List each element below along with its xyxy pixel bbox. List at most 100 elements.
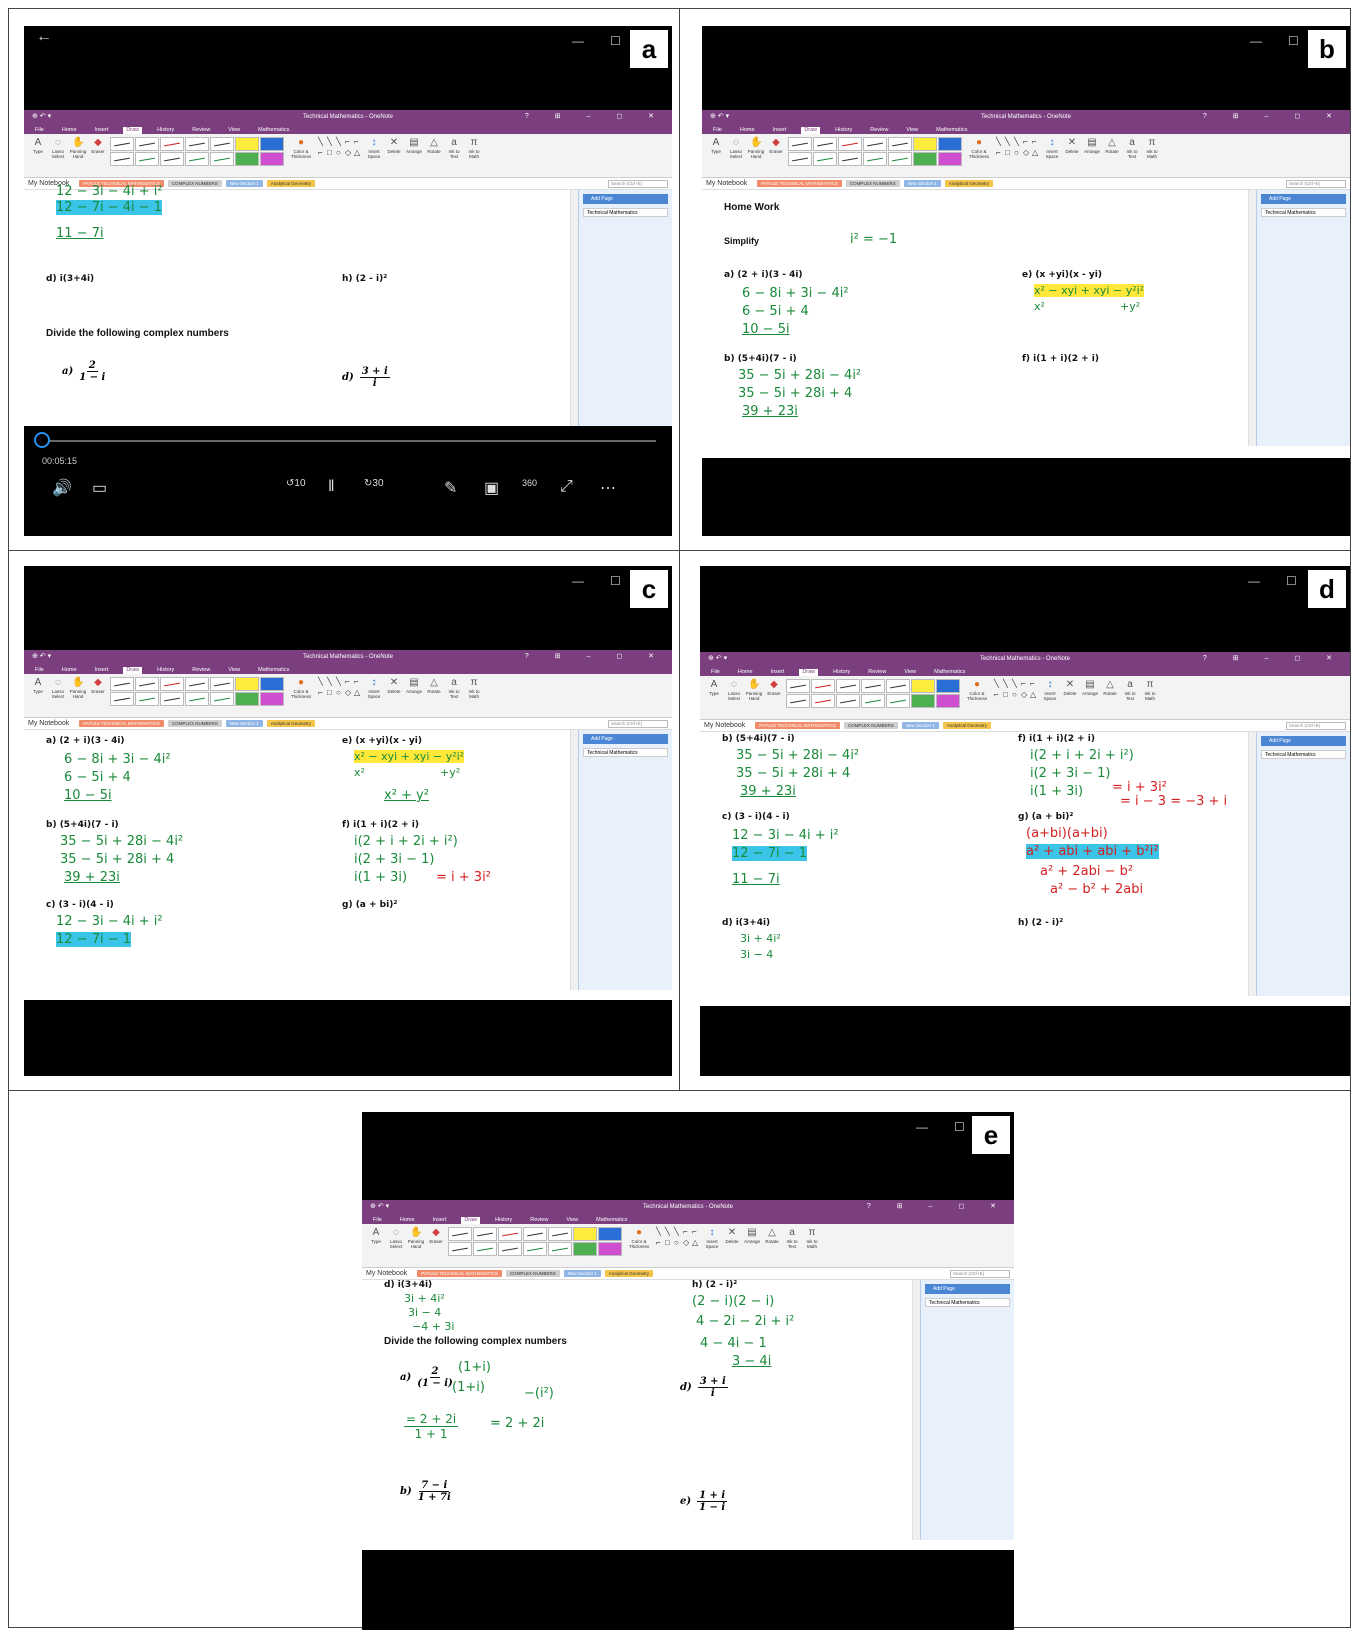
section-tab-new[interactable]: New Section 1 [903,180,941,187]
menu-home[interactable]: Home [737,127,758,134]
menu-insert[interactable]: Insert [92,127,112,134]
eraser-button[interactable]: ◆ Eraser [768,137,784,154]
delete-button[interactable]: ✕ Delete [1064,137,1080,154]
fullscreen-icon[interactable]: ⤢ [560,478,573,496]
scrollbar[interactable] [570,190,578,450]
menu-file[interactable]: File [370,1217,385,1224]
maximize-icon[interactable]: ☐ [610,34,621,48]
rotate-button[interactable]: △ Rotate [1102,679,1118,696]
miniview-icon[interactable]: ▣ [484,478,499,498]
menu-view[interactable]: View [901,669,919,676]
menu-file[interactable]: File [32,667,47,674]
ink-to-math-button[interactable]: π Ink to Math [466,137,482,159]
menu-history[interactable]: History [492,1217,515,1224]
window-controls-icon[interactable]: ? ⊞ – ◻ ✕ [1203,654,1344,662]
menu-home[interactable]: Home [59,667,80,674]
pen-gallery[interactable] [788,137,962,166]
minimize-icon[interactable]: — [916,1120,928,1134]
menu-draw[interactable]: Draw [801,127,821,134]
menu-insert[interactable]: Insert [768,669,788,676]
scrollbar[interactable] [912,1280,920,1540]
menu-file[interactable]: File [32,127,47,134]
menu-mathematics[interactable]: Mathematics [931,669,968,676]
color-thickness-button[interactable]: ● Color & Thickness [966,137,992,159]
lasso-button[interactable]: ◌ Lasso Select [728,137,744,159]
menu-mathematics[interactable]: Mathematics [593,1217,630,1224]
pen-gallery[interactable] [110,677,284,706]
page-item[interactable]: Technical Mathematics [925,1298,1010,1307]
scrollbar[interactable] [1248,732,1256,996]
insert-space-button[interactable]: ↕ Insert Space [366,137,382,159]
panning-button[interactable]: ✋ Panning Hand [746,679,763,701]
window-controls-icon[interactable]: ? ⊞ – ◻ ✕ [1203,112,1344,120]
section-tab-complex[interactable]: COMPLEX NUMBERS [845,180,900,187]
window-controls-icon[interactable]: ? ⊞ – ◻ ✕ [867,1202,1008,1210]
section-tab-new[interactable]: New Section 1 [901,722,939,729]
rotate-button[interactable]: △ Rotate [426,677,442,694]
add-page-button[interactable]: Add Page [583,194,668,204]
type-button[interactable]: A Type [708,137,724,154]
section-tab-geometry[interactable]: Analytical Geometry [266,180,315,187]
section-tab-new[interactable]: New Section 1 [563,1270,601,1277]
search-input[interactable]: Search (Ctrl+E) [608,719,668,728]
panning-button[interactable]: ✋ Panning Hand [70,677,87,699]
scrollbar[interactable] [1248,190,1256,446]
pen-gallery[interactable] [786,679,960,708]
section-tab-complex[interactable]: COMPLEX NUMBERS [167,720,222,727]
window-controls-icon[interactable]: ? ⊞ – ◻ ✕ [525,652,666,660]
delete-button[interactable]: ✕ Delete [724,1227,740,1244]
maximize-icon[interactable]: ☐ [1286,574,1297,588]
quick-access-icon[interactable]: ⊕ ↶ ▾ [708,654,727,662]
menu-insert[interactable]: Insert [430,1217,450,1224]
arrange-button[interactable]: ▤ Arrange [406,137,422,154]
menu-view[interactable]: View [903,127,921,134]
menu-insert[interactable]: Insert [92,667,112,674]
quick-access-icon[interactable]: ⊕ ↶ ▾ [710,112,729,120]
menu-home[interactable]: Home [397,1217,418,1224]
section-tab-geometry[interactable]: Analytical Geometry [266,720,315,727]
back-arrow-icon[interactable]: ← [36,28,52,46]
add-page-button[interactable]: Add Page [583,734,668,744]
ink-to-text-button[interactable]: a Ink to Text [1122,679,1138,701]
eraser-button[interactable]: ◆ Eraser [766,679,782,696]
delete-button[interactable]: ✕ Delete [1062,679,1078,696]
menu-review[interactable]: Review [189,127,213,134]
quick-access-icon[interactable]: ⊕ ↶ ▾ [32,652,51,660]
add-page-button[interactable]: Add Page [1261,736,1346,746]
menu-draw[interactable]: Draw [123,667,143,674]
minimize-icon[interactable]: — [572,34,584,48]
arrange-button[interactable]: ▤ Arrange [406,677,422,694]
search-input[interactable]: Search (Ctrl+E) [1286,721,1346,730]
arrange-button[interactable]: ▤ Arrange [1082,679,1098,696]
scrollbar[interactable] [570,730,578,990]
pen-gallery[interactable] [448,1227,622,1256]
menu-file[interactable]: File [708,669,723,676]
pen-gallery[interactable] [110,137,284,166]
section-tab-patule[interactable]: PATULE TECHNICAL MATHEMATICS [417,1270,502,1277]
panning-button[interactable]: ✋ Panning Hand [408,1227,425,1249]
delete-button[interactable]: ✕ Delete [386,677,402,694]
seek-knob[interactable] [34,432,50,448]
type-button[interactable]: A Type [30,677,46,694]
menu-home[interactable]: Home [59,127,80,134]
page-item[interactable]: Technical Mathematics [583,208,668,217]
page-item[interactable]: Technical Mathematics [1261,750,1346,759]
type-button[interactable]: A Type [706,679,722,696]
menu-review[interactable]: Review [527,1217,551,1224]
eraser-button[interactable]: ◆ Eraser [90,137,106,154]
ink-to-text-button[interactable]: a Ink to Text [784,1227,800,1249]
section-tab-patule[interactable]: PATULE TECHNICAL MATHEMATICS [757,180,842,187]
search-input[interactable]: Search (Ctrl+E) [950,1269,1010,1278]
lasso-button[interactable]: ◌ Lasso Select [50,677,66,699]
skip-forward-icon[interactable]: ↻ 30 [364,478,384,489]
pause-icon[interactable]: ‖ [328,478,335,496]
ink-to-math-button[interactable]: π Ink to Math [1144,137,1160,159]
add-page-button[interactable]: Add Page [1261,194,1346,204]
menu-mathematics[interactable]: Mathematics [255,127,292,134]
maximize-icon[interactable]: ☐ [1288,34,1299,48]
type-button[interactable]: A Type [30,137,46,154]
menu-mathematics[interactable]: Mathematics [255,667,292,674]
rotate-button[interactable]: △ Rotate [1104,137,1120,154]
ink-to-math-button[interactable]: π Ink to Math [804,1227,820,1249]
page-item[interactable]: Technical Mathematics [583,748,668,757]
